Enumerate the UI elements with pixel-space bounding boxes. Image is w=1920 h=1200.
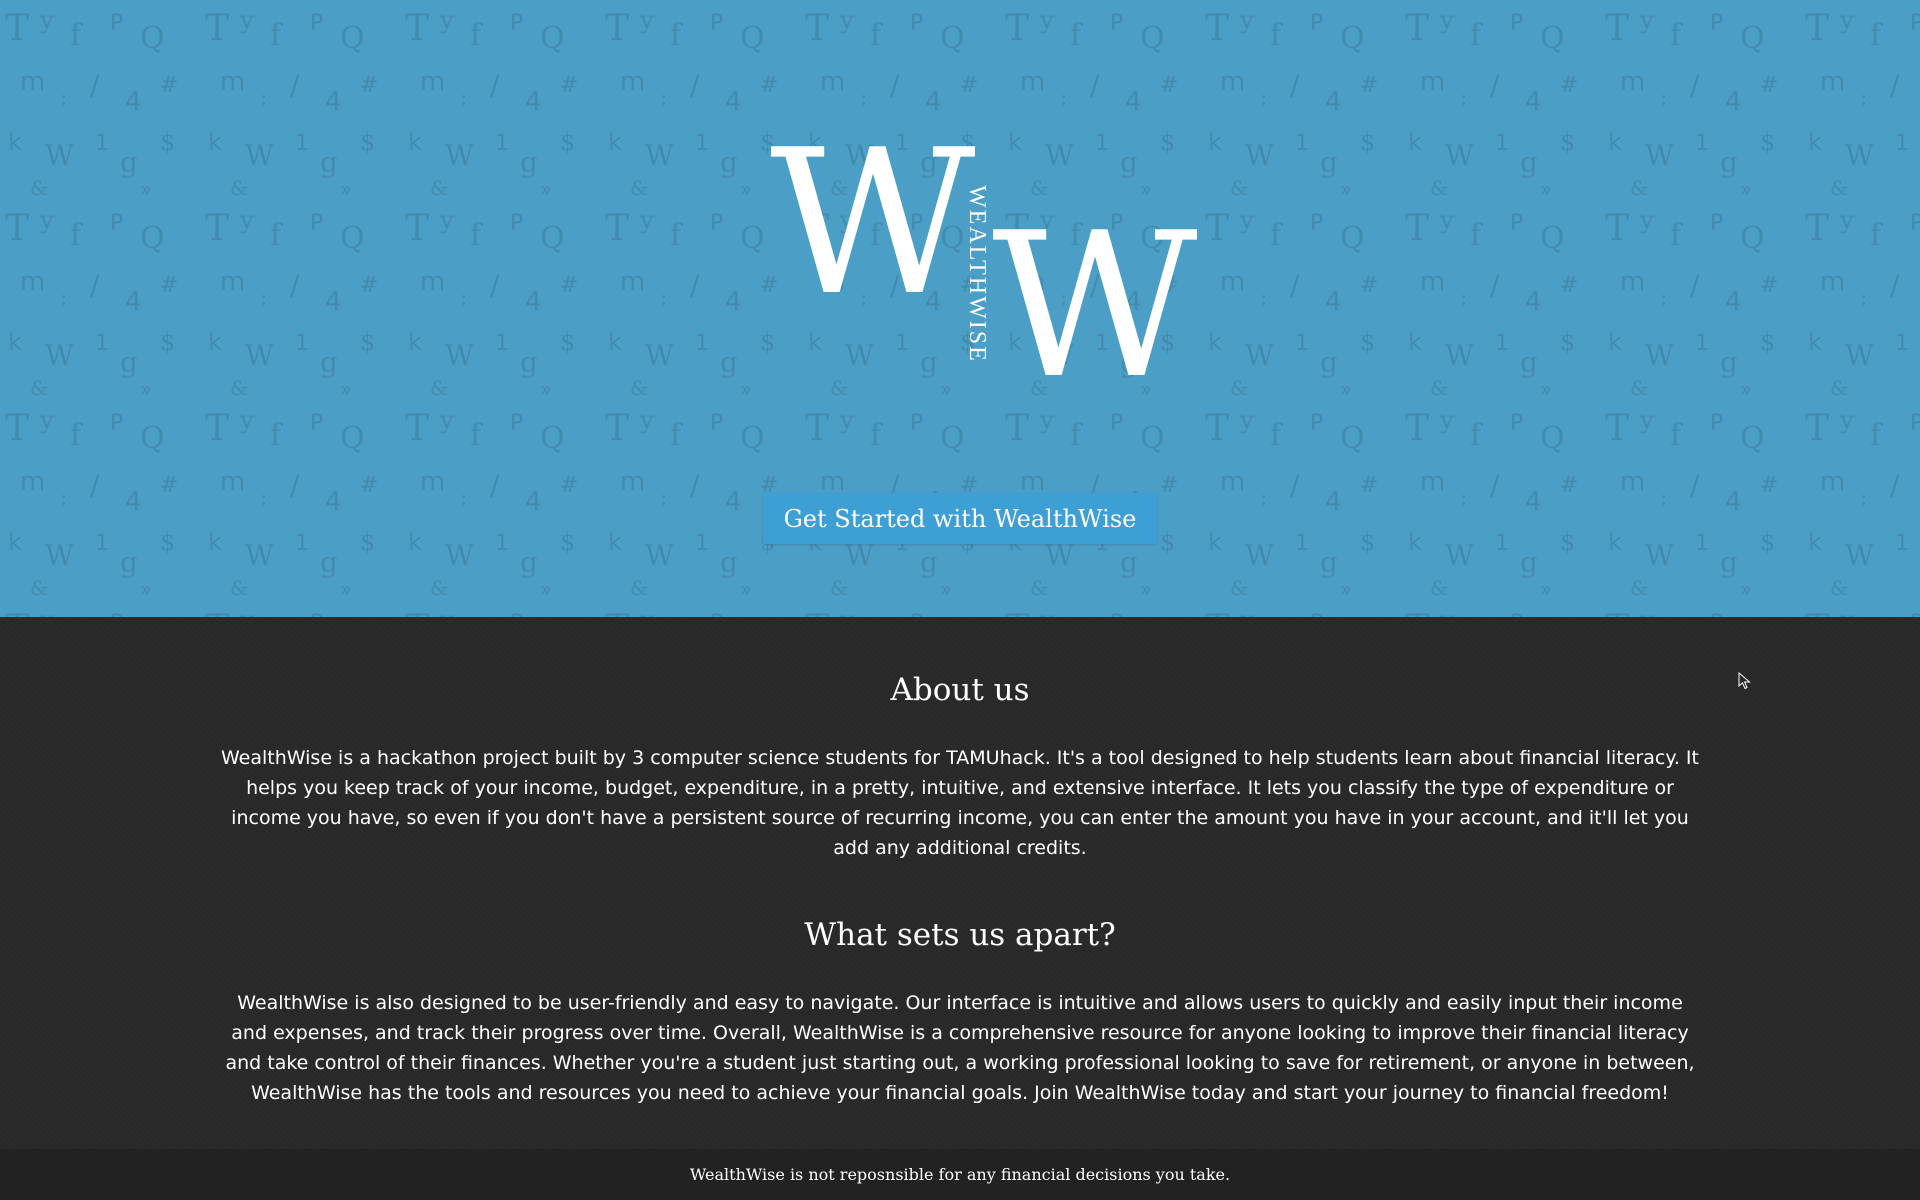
logo-letter-w-right: W: [992, 190, 1198, 423]
logo-letter-w-left: W: [770, 107, 976, 340]
hero-section: T y f P Q m : / 4 # k W 1 g $ & » W WEAL: [0, 0, 1920, 617]
about-title: About us: [890, 672, 1030, 708]
logo-wordmark: WEALTHWISE: [964, 185, 990, 363]
apart-title: What sets us apart?: [804, 917, 1116, 953]
apart-text: WealthWise is also designed to be user-f…: [225, 992, 1695, 1104]
content-section: About us WealthWise is a hackathon proje…: [0, 617, 1920, 1149]
get-started-button[interactable]: Get Started with WealthWise: [763, 493, 1157, 544]
mouse-pointer-icon: [1738, 672, 1751, 690]
wealthwise-logo: W WEALTHWISE W: [770, 124, 1198, 410]
footer-disclaimer: WealthWise is not reposnsible for any fi…: [0, 1149, 1920, 1200]
about-text: WealthWise is a hackathon project built …: [221, 747, 1699, 859]
